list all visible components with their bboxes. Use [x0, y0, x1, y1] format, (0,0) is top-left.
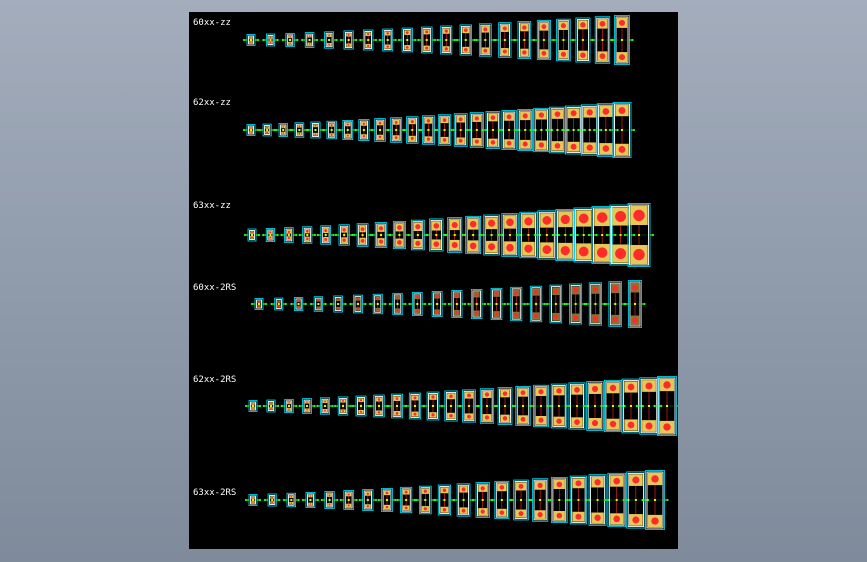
bearing-row-4: [250, 280, 646, 328]
row-label-63xx-zz: 63xx-zz: [193, 201, 231, 211]
row-label-62xx-2RS: 62xx-2RS: [193, 375, 237, 385]
bearing-row-5: [244, 376, 678, 436]
row-label-63xx-2RS: 63xx-2RS: [193, 488, 237, 498]
row-label-60xx-2RS: 60xx-2RS: [193, 283, 237, 293]
row-label-60xx-zz: 60xx-zz: [193, 18, 231, 28]
bearing-row-1: [242, 15, 634, 65]
bearing-row-3: [243, 203, 655, 267]
bearing-row-2: [242, 102, 636, 158]
bearing-row-6: [244, 470, 669, 530]
row-label-62xx-zz: 62xx-zz: [193, 98, 231, 108]
cad-drawing-sheet: 60xx-zz 62xx-zz 63xx-zz 60xx-2RS 62xx-2R…: [189, 12, 678, 549]
bearing-drawings: [242, 15, 678, 530]
